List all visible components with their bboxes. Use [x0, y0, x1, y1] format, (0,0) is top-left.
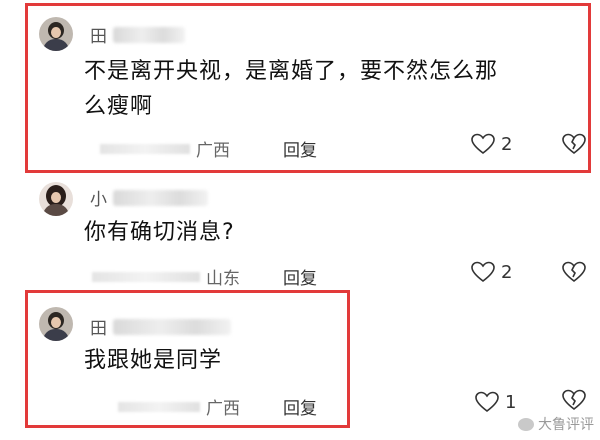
- like-button[interactable]: 2: [471, 261, 512, 283]
- comment-2: 小 你有确切消息? 山东 回复 2: [0, 175, 600, 289]
- highlight-box-1: [25, 3, 591, 173]
- like-button[interactable]: 1: [475, 391, 516, 413]
- dislike-button[interactable]: [562, 389, 586, 411]
- avatar[interactable]: [39, 182, 73, 216]
- highlight-box-2: [25, 290, 350, 428]
- comment-username[interactable]: 小: [90, 185, 208, 210]
- comment-text: 你有确切消息?: [84, 220, 235, 245]
- reply-button[interactable]: 回复: [283, 264, 317, 289]
- heart-icon: [471, 261, 495, 283]
- dislike-button[interactable]: [562, 261, 586, 283]
- comment-location: 山东: [92, 264, 240, 289]
- broken-heart-icon: [562, 389, 586, 411]
- weibo-logo-icon: [518, 417, 534, 431]
- broken-heart-icon: [562, 261, 586, 283]
- like-count: 1: [505, 391, 517, 413]
- watermark: 大鲁评评: [518, 414, 594, 434]
- heart-icon: [475, 391, 499, 413]
- like-count: 2: [501, 261, 513, 283]
